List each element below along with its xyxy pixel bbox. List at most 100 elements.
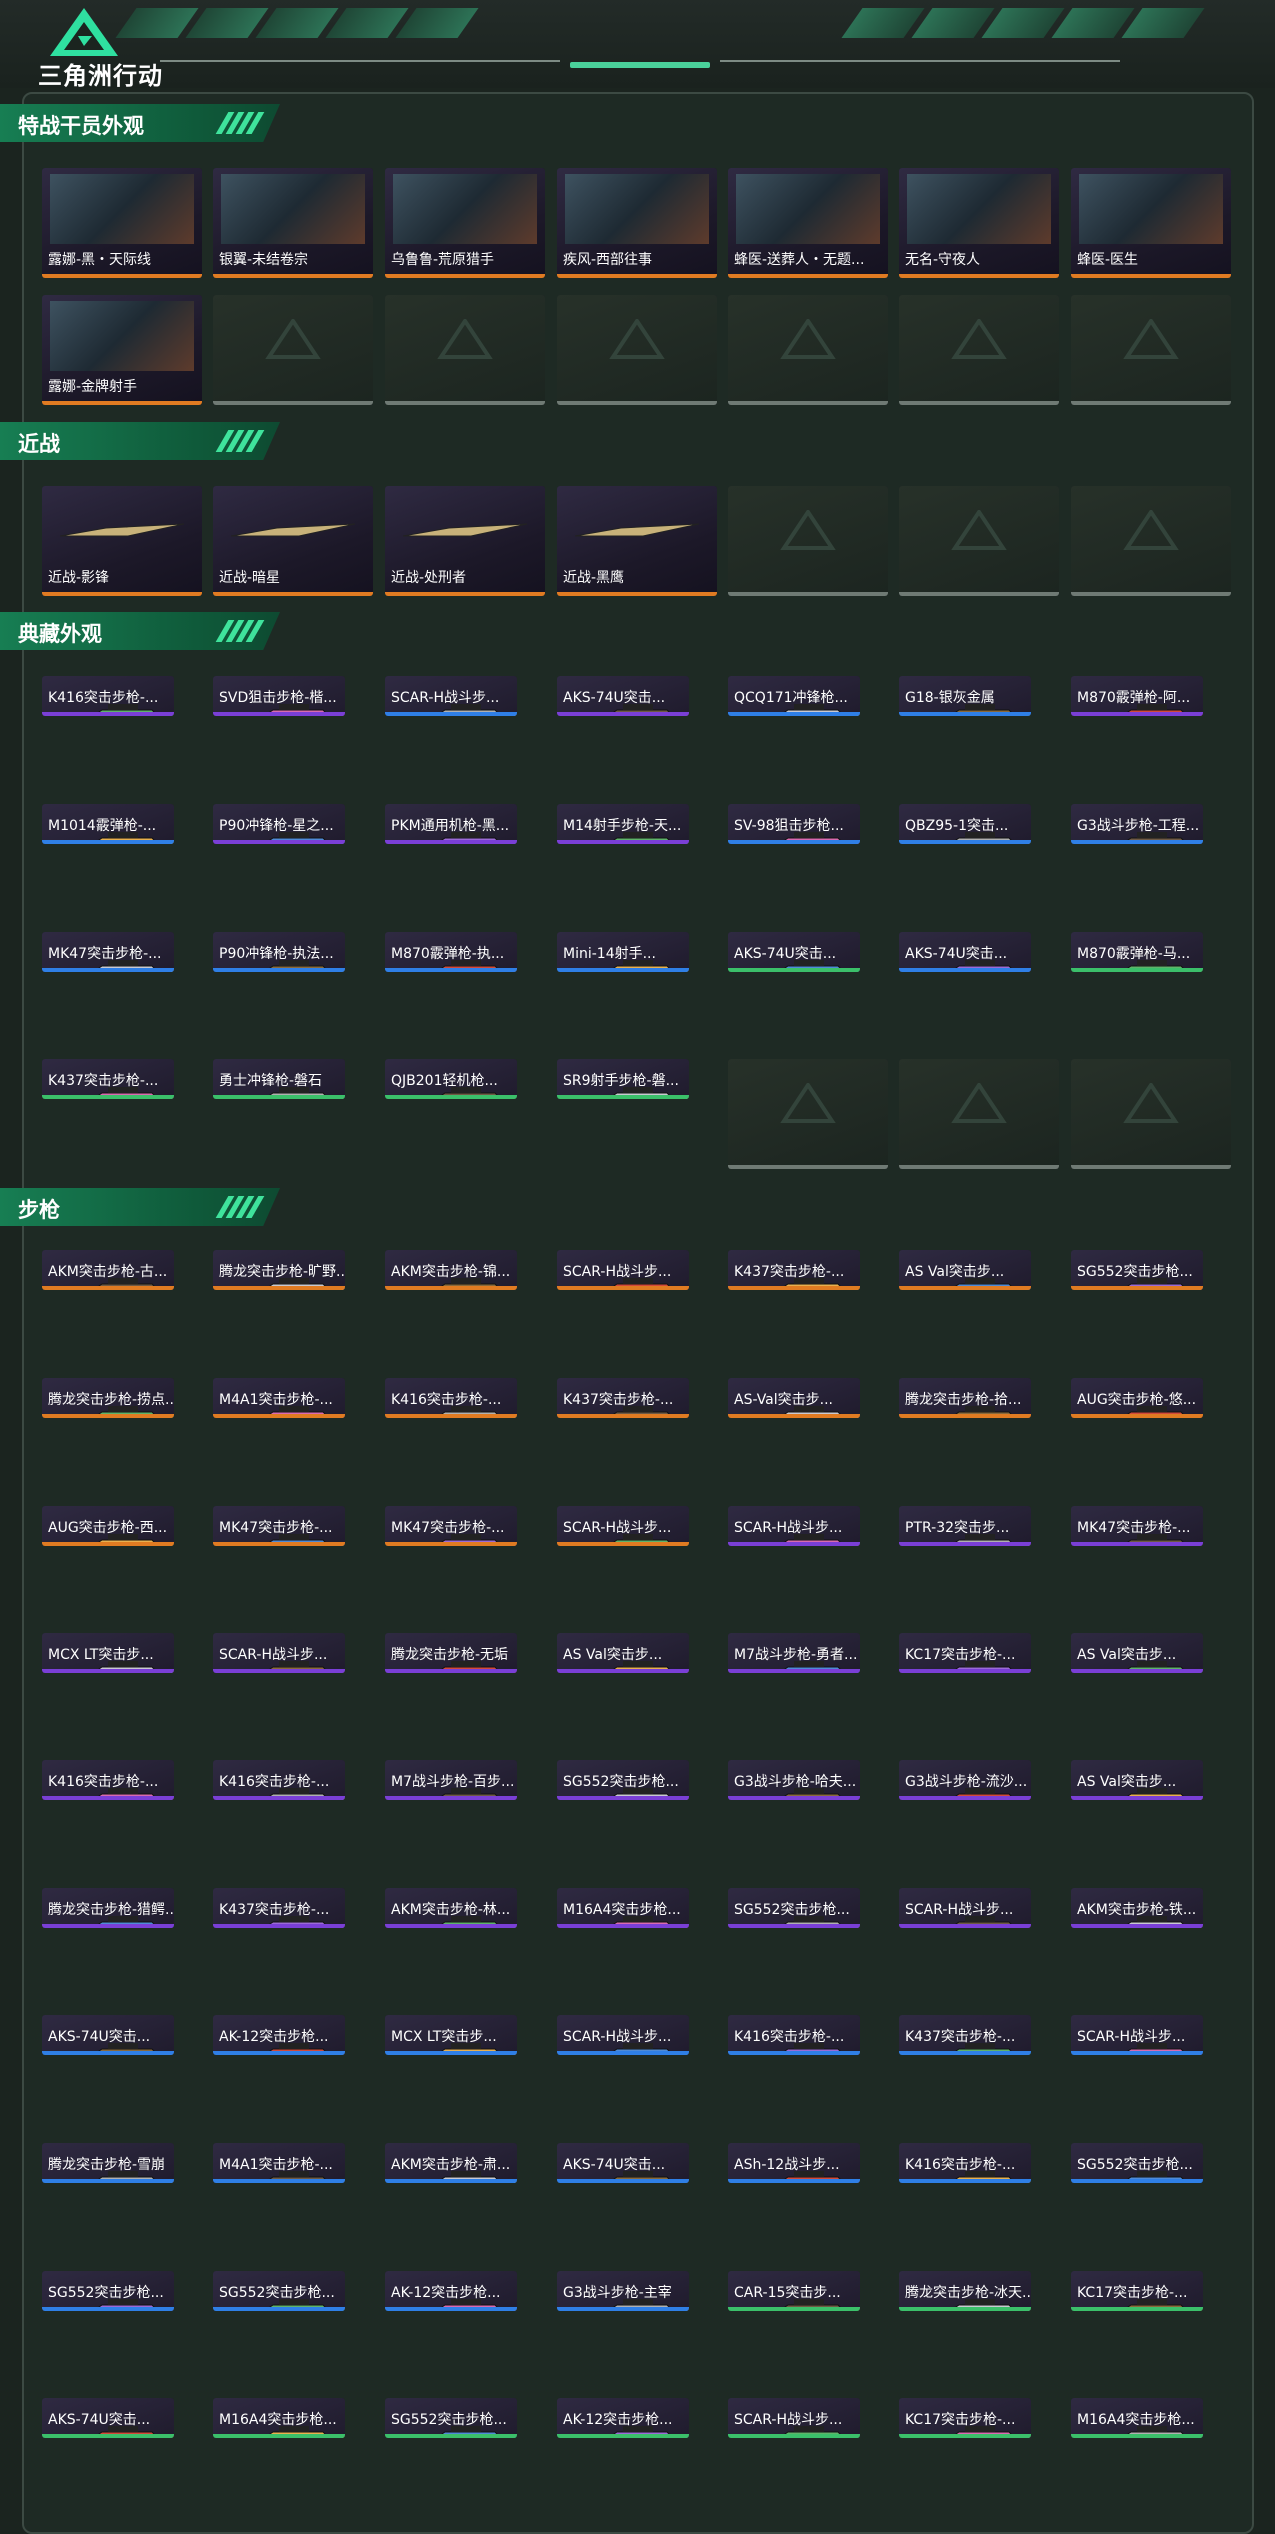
- collection-item-card[interactable]: SCAR-H战斗步...: [557, 1506, 689, 1546]
- collection-item-card[interactable]: P90冲锋枪-执法...: [213, 932, 345, 972]
- collection-item-card[interactable]: 腾龙突击步枪-雪崩: [42, 2143, 174, 2183]
- collection-item-card[interactable]: M870霰弹枪-马...: [1071, 932, 1203, 972]
- collection-item-card[interactable]: KC17突击步枪-...: [899, 1633, 1031, 1673]
- collection-item-card[interactable]: 近战-黑鹰: [557, 486, 717, 596]
- collection-item-card[interactable]: M16A4突击步枪...: [1071, 2398, 1203, 2438]
- collection-item-card[interactable]: PKM通用机枪-黑...: [385, 804, 517, 844]
- collection-item-card[interactable]: G3战斗步枪-主宰: [557, 2271, 689, 2311]
- collection-item-card[interactable]: AKM突击步枪-肃...: [385, 2143, 517, 2183]
- collection-item-card[interactable]: K416突击步枪-...: [213, 1760, 345, 1800]
- collection-item-card[interactable]: AK-12突击步枪...: [557, 2398, 689, 2438]
- collection-item-card[interactable]: K437突击步枪-...: [557, 1378, 689, 1418]
- collection-item-card[interactable]: AKS-74U突击...: [728, 932, 860, 972]
- collection-item-card[interactable]: 腾龙突击步枪-旷野...: [213, 1250, 345, 1290]
- collection-item-card[interactable]: 蜂医-医生: [1071, 168, 1231, 278]
- collection-item-card[interactable]: 腾龙突击步枪-冰天...: [899, 2271, 1031, 2311]
- collection-item-card[interactable]: 露娜-金牌射手: [42, 295, 202, 405]
- collection-item-card[interactable]: M4A1突击步枪-...: [213, 2143, 345, 2183]
- collection-item-card[interactable]: SG552突击步枪...: [213, 2271, 345, 2311]
- collection-item-card[interactable]: MK47突击步枪-...: [213, 1506, 345, 1546]
- collection-item-card[interactable]: K416突击步枪-...: [385, 1378, 517, 1418]
- collection-item-card[interactable]: AKS-74U突击...: [42, 2015, 174, 2055]
- collection-item-card[interactable]: SR9射手步枪-磐...: [557, 1059, 689, 1099]
- collection-item-card[interactable]: SCAR-H战斗步...: [557, 2015, 689, 2055]
- collection-item-card[interactable]: 腾龙突击步枪-无垢: [385, 1633, 517, 1673]
- collection-item-card[interactable]: AS Val突击步...: [899, 1250, 1031, 1290]
- collection-item-card[interactable]: 近战-暗星: [213, 486, 373, 596]
- collection-item-card[interactable]: AKS-74U突击...: [899, 932, 1031, 972]
- collection-item-card[interactable]: SCAR-H战斗步...: [1071, 2015, 1203, 2055]
- collection-item-card[interactable]: AKM突击步枪-林...: [385, 1888, 517, 1928]
- collection-item-card[interactable]: SG552突击步枪...: [385, 2398, 517, 2438]
- collection-item-card[interactable]: 乌鲁鲁-荒原猎手: [385, 168, 545, 278]
- collection-item-card[interactable]: K416突击步枪-...: [42, 676, 174, 716]
- collection-item-card[interactable]: M7战斗步枪-百步...: [385, 1760, 517, 1800]
- collection-item-card[interactable]: AUG突击步枪-悠...: [1071, 1378, 1203, 1418]
- collection-item-card[interactable]: K416突击步枪-...: [728, 2015, 860, 2055]
- collection-item-card[interactable]: SG552突击步枪...: [557, 1760, 689, 1800]
- collection-item-card[interactable]: SCAR-H战斗步...: [728, 1506, 860, 1546]
- collection-item-card[interactable]: 勇士冲锋枪-磐石: [213, 1059, 345, 1099]
- collection-item-card[interactable]: 腾龙突击步枪-捞点...: [42, 1378, 174, 1418]
- collection-item-card[interactable]: Mini-14射手...: [557, 932, 689, 972]
- collection-item-card[interactable]: M1014霰弹枪-...: [42, 804, 174, 844]
- collection-item-card[interactable]: MK47突击步枪-...: [1071, 1506, 1203, 1546]
- collection-item-card[interactable]: MK47突击步枪-...: [42, 932, 174, 972]
- collection-item-card[interactable]: K437突击步枪-...: [42, 1059, 174, 1099]
- collection-item-card[interactable]: AUG突击步枪-西...: [42, 1506, 174, 1546]
- collection-item-card[interactable]: SCAR-H战斗步...: [728, 2398, 860, 2438]
- collection-item-card[interactable]: M16A4突击步枪...: [213, 2398, 345, 2438]
- collection-item-card[interactable]: KC17突击步枪-...: [1071, 2271, 1203, 2311]
- collection-item-card[interactable]: AK-12突击步枪...: [385, 2271, 517, 2311]
- collection-item-card[interactable]: 疾风-西部往事: [557, 168, 717, 278]
- collection-item-card[interactable]: AKM突击步枪-古...: [42, 1250, 174, 1290]
- collection-item-card[interactable]: SCAR-H战斗步...: [213, 1633, 345, 1673]
- collection-item-card[interactable]: M16A4突击步枪...: [557, 1888, 689, 1928]
- collection-item-card[interactable]: G3战斗步枪-流沙...: [899, 1760, 1031, 1800]
- collection-item-card[interactable]: K437突击步枪-...: [899, 2015, 1031, 2055]
- collection-item-card[interactable]: SG552突击步枪...: [728, 1888, 860, 1928]
- collection-item-card[interactable]: SCAR-H战斗步...: [899, 1888, 1031, 1928]
- collection-item-card[interactable]: M870霰弹枪-执...: [385, 932, 517, 972]
- collection-item-card[interactable]: SV-98狙击步枪...: [728, 804, 860, 844]
- collection-item-card[interactable]: M14射手步枪-天...: [557, 804, 689, 844]
- collection-item-card[interactable]: 蜂医-送葬人・无题...: [728, 168, 888, 278]
- collection-item-card[interactable]: AS Val突击步...: [1071, 1633, 1203, 1673]
- collection-item-card[interactable]: SG552突击步枪...: [1071, 2143, 1203, 2183]
- collection-item-card[interactable]: G3战斗步枪-工程...: [1071, 804, 1203, 844]
- collection-item-card[interactable]: QJB201轻机枪...: [385, 1059, 517, 1099]
- collection-item-card[interactable]: AKS-74U突击...: [557, 676, 689, 716]
- collection-item-card[interactable]: K437突击步枪-...: [213, 1888, 345, 1928]
- collection-item-card[interactable]: 近战-处刑者: [385, 486, 545, 596]
- collection-item-card[interactable]: SCAR-H战斗步...: [385, 676, 517, 716]
- collection-item-card[interactable]: AKM突击步枪-锦...: [385, 1250, 517, 1290]
- collection-item-card[interactable]: 近战-影锋: [42, 486, 202, 596]
- collection-item-card[interactable]: PTR-32突击步...: [899, 1506, 1031, 1546]
- collection-item-card[interactable]: G18-银灰金属: [899, 676, 1031, 716]
- collection-item-card[interactable]: AK-12突击步枪...: [213, 2015, 345, 2055]
- collection-item-card[interactable]: AKS-74U突击...: [42, 2398, 174, 2438]
- collection-item-card[interactable]: SCAR-H战斗步...: [557, 1250, 689, 1290]
- collection-item-card[interactable]: QCQ171冲锋枪...: [728, 676, 860, 716]
- collection-item-card[interactable]: MCX LT突击步...: [42, 1633, 174, 1673]
- collection-item-card[interactable]: MCX LT突击步...: [385, 2015, 517, 2055]
- collection-item-card[interactable]: 银翼-未结卷宗: [213, 168, 373, 278]
- collection-item-card[interactable]: AKS-74U突击...: [557, 2143, 689, 2183]
- collection-item-card[interactable]: AS Val突击步...: [557, 1633, 689, 1673]
- collection-item-card[interactable]: AKM突击步枪-铁...: [1071, 1888, 1203, 1928]
- collection-item-card[interactable]: P90冲锋枪-星之...: [213, 804, 345, 844]
- collection-item-card[interactable]: SG552突击步枪...: [1071, 1250, 1203, 1290]
- collection-item-card[interactable]: G3战斗步枪-哈夫...: [728, 1760, 860, 1800]
- collection-item-card[interactable]: ASh-12战斗步...: [728, 2143, 860, 2183]
- collection-item-card[interactable]: 腾龙突击步枪-猎鳄...: [42, 1888, 174, 1928]
- collection-item-card[interactable]: SG552突击步枪...: [42, 2271, 174, 2311]
- collection-item-card[interactable]: AS Val突击步...: [1071, 1760, 1203, 1800]
- collection-item-card[interactable]: 露娜-黑・天际线: [42, 168, 202, 278]
- collection-item-card[interactable]: QBZ95-1突击...: [899, 804, 1031, 844]
- collection-item-card[interactable]: CAR-15突击步...: [728, 2271, 860, 2311]
- collection-item-card[interactable]: K416突击步枪-...: [42, 1760, 174, 1800]
- collection-item-card[interactable]: K416突击步枪-...: [899, 2143, 1031, 2183]
- collection-item-card[interactable]: SVD狙击步枪-楷...: [213, 676, 345, 716]
- collection-item-card[interactable]: MK47突击步枪-...: [385, 1506, 517, 1546]
- collection-item-card[interactable]: M7战斗步枪-勇者...: [728, 1633, 860, 1673]
